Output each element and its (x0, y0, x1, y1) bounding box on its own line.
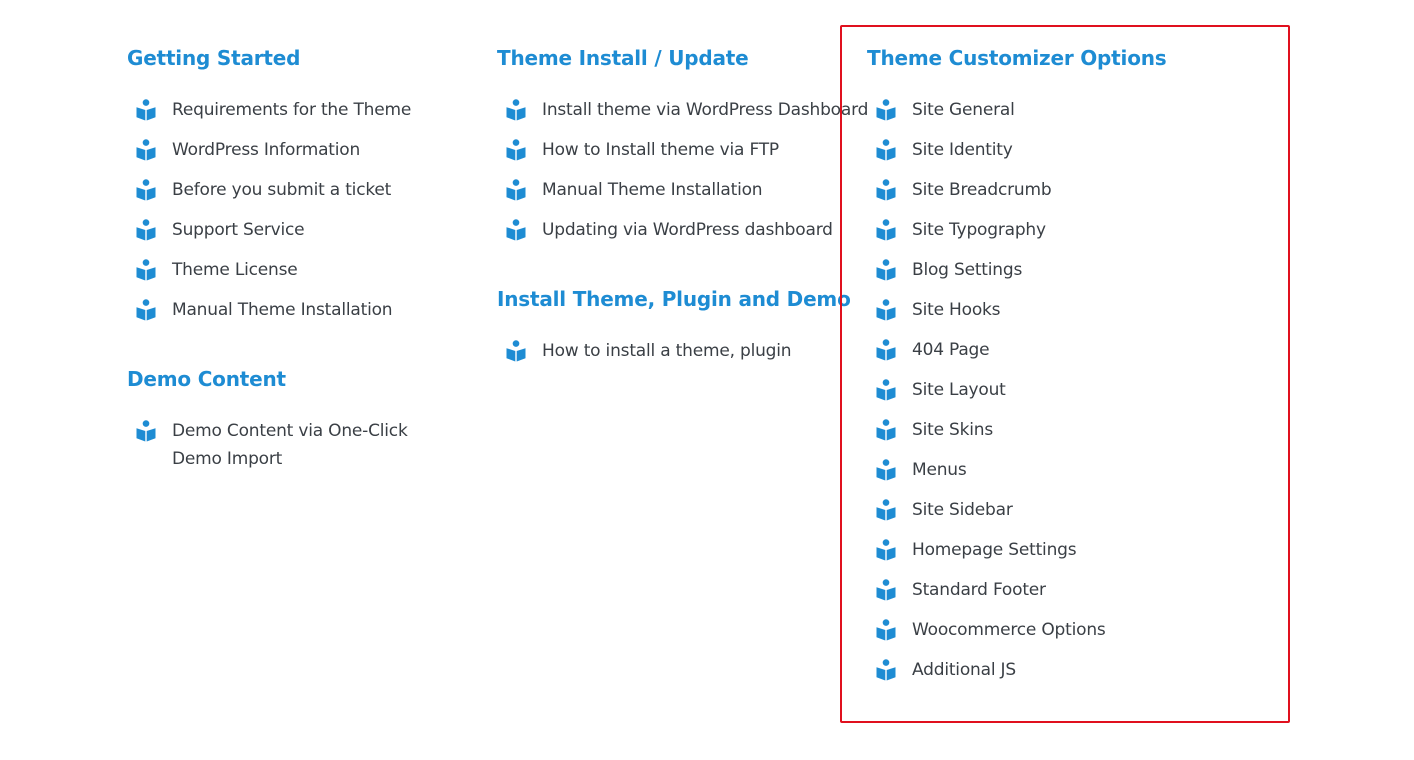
book-reader-icon (506, 139, 526, 161)
book-reader-icon (136, 420, 156, 442)
list-item[interactable]: Standard Footer (876, 576, 1216, 604)
list-item-label[interactable]: Before you submit a ticket (172, 176, 391, 204)
list-item-label[interactable]: Requirements for the Theme (172, 96, 411, 124)
book-reader-icon (136, 139, 156, 161)
list-item[interactable]: Woocommerce Options (876, 616, 1216, 644)
book-reader-icon (876, 499, 896, 521)
list-item[interactable]: Menus (876, 456, 1216, 484)
list-item-label[interactable]: Site Skins (912, 416, 993, 444)
list-item[interactable]: Theme License (136, 256, 476, 284)
book-reader-icon (136, 299, 156, 321)
list-item-label[interactable]: Blog Settings (912, 256, 1022, 284)
book-reader-icon (876, 219, 896, 241)
list-item-label[interactable]: Theme License (172, 256, 298, 284)
book-reader-icon (506, 179, 526, 201)
list-item-label[interactable]: Site Identity (912, 136, 1013, 164)
list-item[interactable]: Site General (876, 96, 1216, 124)
list-item[interactable]: Site Layout (876, 376, 1216, 404)
list-item-label[interactable]: Demo Content via One-Click Demo Import (172, 417, 462, 473)
book-reader-icon (876, 659, 896, 681)
list-item[interactable]: Site Identity (876, 136, 1216, 164)
section-theme-install: Theme Install / Update Install theme via… (497, 48, 868, 241)
section-title-theme-install[interactable]: Theme Install / Update (497, 48, 842, 68)
section-demo-content: Demo Content Demo Content via One-Click … (127, 369, 467, 469)
section-title-demo-content[interactable]: Demo Content (127, 369, 467, 389)
book-reader-icon (136, 259, 156, 281)
book-reader-icon (876, 419, 896, 441)
book-reader-icon (876, 179, 896, 201)
book-reader-icon (876, 539, 896, 561)
list-item[interactable]: Updating via WordPress dashboard (506, 216, 846, 244)
book-reader-icon (876, 579, 896, 601)
book-reader-icon (506, 340, 526, 362)
book-reader-icon (876, 259, 896, 281)
book-reader-icon (876, 339, 896, 361)
list-item-label[interactable]: Install theme via WordPress Dashboard (542, 96, 868, 124)
book-reader-icon (136, 219, 156, 241)
list-item-label[interactable]: How to Install theme via FTP (542, 136, 779, 164)
section-getting-started: Getting Started Requirements for the The… (127, 48, 467, 321)
book-reader-icon (136, 99, 156, 121)
list-item[interactable]: Site Breadcrumb (876, 176, 1216, 204)
book-reader-icon (876, 619, 896, 641)
list-item[interactable]: Homepage Settings (876, 536, 1216, 564)
section-title-install-plugin-demo[interactable]: Install Theme, Plugin and Demo (497, 289, 851, 309)
list-item-label[interactable]: Site Typography (912, 216, 1046, 244)
list-item-label[interactable]: Menus (912, 456, 967, 484)
section-customizer-options: Theme Customizer Options Site General Sit… (867, 48, 1267, 681)
list-item[interactable]: Site Typography (876, 216, 1216, 244)
section-title-getting-started[interactable]: Getting Started (127, 48, 467, 68)
section-install-plugin-demo: Install Theme, Plugin and Demo How to in… (497, 289, 851, 362)
list-item[interactable]: Install theme via WordPress Dashboard (506, 96, 868, 124)
list-item-label[interactable]: WordPress Information (172, 136, 360, 164)
list-item-label[interactable]: Support Service (172, 216, 305, 244)
list-item[interactable]: Site Hooks (876, 296, 1216, 324)
list-item-label[interactable]: Woocommerce Options (912, 616, 1106, 644)
list-item-label[interactable]: Additional JS (912, 656, 1016, 684)
book-reader-icon (876, 299, 896, 321)
list-item[interactable]: How to Install theme via FTP (506, 136, 846, 164)
list-item-label[interactable]: Site Layout (912, 376, 1006, 404)
book-reader-icon (876, 459, 896, 481)
list-item[interactable]: How to install a theme, plugin (506, 337, 846, 365)
list-item-label[interactable]: Standard Footer (912, 576, 1046, 604)
list-item-label[interactable]: Site General (912, 96, 1015, 124)
book-reader-icon (876, 139, 896, 161)
book-reader-icon (506, 99, 526, 121)
list-item-label[interactable]: Manual Theme Installation (542, 176, 763, 204)
list-item[interactable]: 404 Page (876, 336, 1216, 364)
list-item[interactable]: Demo Content via One-Click Demo Import (136, 417, 476, 469)
book-reader-icon (506, 219, 526, 241)
list-item-label[interactable]: Site Sidebar (912, 496, 1013, 524)
book-reader-icon (876, 379, 896, 401)
list-item-label[interactable]: Site Hooks (912, 296, 1001, 324)
list-item-label[interactable]: Homepage Settings (912, 536, 1077, 564)
list-item[interactable]: WordPress Information (136, 136, 476, 164)
list-item[interactable]: Support Service (136, 216, 476, 244)
list-item[interactable]: Before you submit a ticket (136, 176, 476, 204)
list-item[interactable]: Manual Theme Installation (136, 296, 476, 324)
book-reader-icon (136, 179, 156, 201)
list-item-label[interactable]: 404 Page (912, 336, 990, 364)
list-item[interactable]: Blog Settings (876, 256, 1216, 284)
list-item[interactable]: Additional JS (876, 656, 1216, 684)
list-item-label[interactable]: Updating via WordPress dashboard (542, 216, 833, 244)
list-item[interactable]: Manual Theme Installation (506, 176, 846, 204)
list-item[interactable]: Requirements for the Theme (136, 96, 476, 124)
book-reader-icon (876, 99, 896, 121)
list-item-label[interactable]: Manual Theme Installation (172, 296, 393, 324)
section-title-customizer-options[interactable]: Theme Customizer Options (867, 48, 1267, 68)
list-item-label[interactable]: How to install a theme, plugin (542, 337, 792, 365)
list-item[interactable]: Site Skins (876, 416, 1216, 444)
list-item-label[interactable]: Site Breadcrumb (912, 176, 1052, 204)
list-item[interactable]: Site Sidebar (876, 496, 1216, 524)
